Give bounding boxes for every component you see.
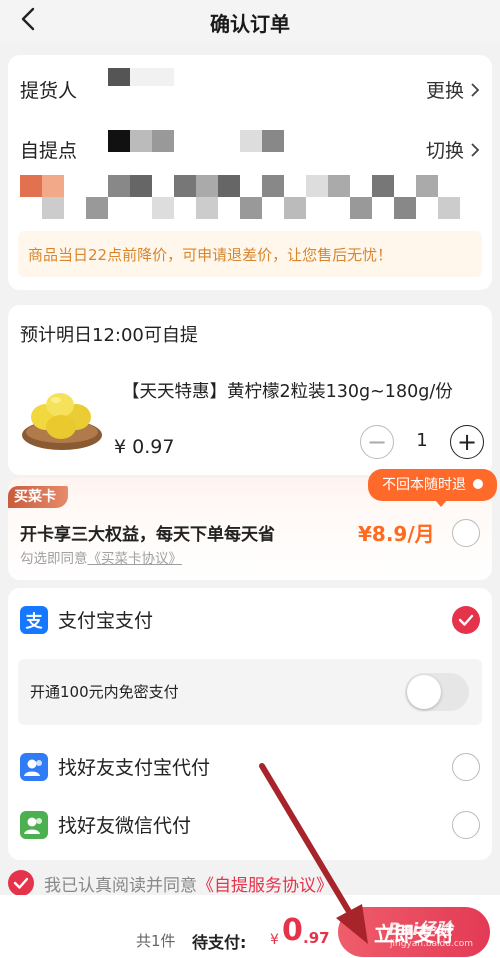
refund-anytime-label: 不回本随时退 xyxy=(382,477,466,493)
service-agreement-link[interactable]: 《自提服务协议》 xyxy=(197,871,333,896)
product-name: 【天天特惠】黄柠檬2粒装130g~180g/份 xyxy=(122,382,453,402)
agreement-check-icon[interactable] xyxy=(8,870,34,896)
friend-wechat-radio[interactable] xyxy=(452,811,480,839)
currency-symbol: ¥ xyxy=(270,932,279,948)
friend-wechat-label: 找好友微信代付 xyxy=(58,815,192,837)
pickup-card: 提货人 更换 自提点 切换 商品当日22点前降价，可申请退差价，让您售后无忧！ xyxy=(8,55,492,290)
friend-alipay-icon xyxy=(20,753,48,781)
password-free-label: 开通100元内免密支付 xyxy=(30,683,179,701)
vip-card-offer: 买菜卡 不回本随时退 开卡享三大权益，每天下单每天省 勾选即同意《买菜卡协议》 … xyxy=(8,469,498,580)
vip-select-radio[interactable] xyxy=(452,519,480,547)
alipay-label: 支付宝支付 xyxy=(58,610,154,632)
change-person-button[interactable]: 更换 xyxy=(426,76,480,103)
pickup-eta: 预计明日12:00可自提 xyxy=(20,325,198,346)
vip-agreement-prefix: 勾选即同意 xyxy=(20,551,88,567)
header-bar: 确认订单 xyxy=(0,0,500,44)
selected-check-icon[interactable] xyxy=(452,606,480,634)
pickup-point-label: 自提点 xyxy=(20,140,78,162)
vip-agreement-text: 勾选即同意《买菜卡协议》 xyxy=(20,547,182,567)
vip-benefits-title: 开卡享三大权益，每天下单每天省 xyxy=(20,525,275,545)
quantity-stepper: − 1 + xyxy=(360,425,484,459)
baidu-watermark: Bai经验 xyxy=(388,920,453,940)
pending-payment-label: 待支付: xyxy=(192,933,247,952)
vip-price: ¥8.9/月 xyxy=(358,522,435,546)
pickup-person-label: 提货人 xyxy=(20,80,78,102)
order-card: 预计明日12:00可自提 【天天特惠】黄柠檬2粒装130g~180g/份 ¥ 0… xyxy=(8,305,492,475)
payment-methods-card: 支 支付宝支付 开通100元内免密支付 找好友支付宝代付 找好友微信代付 xyxy=(8,588,492,860)
switch-point-label: 切换 xyxy=(425,140,464,162)
item-count: 共1件 xyxy=(136,932,176,950)
price-protection-notice: 商品当日22点前降价，可申请退差价，让您售后无忧！ xyxy=(18,231,482,277)
password-free-toggle[interactable] xyxy=(405,673,469,711)
switch-point-button[interactable]: 切换 xyxy=(426,136,480,163)
refund-anytime-tag: 不回本随时退 xyxy=(368,469,498,507)
pickup-address-redacted xyxy=(20,175,480,219)
friend-alipay-radio[interactable] xyxy=(452,753,480,781)
total-amount-decimal: .97 xyxy=(303,929,330,947)
vip-card-badge: 买菜卡 xyxy=(8,486,68,508)
checkout-bar: 共1件 待支付: ¥ 0 .97 立即支付 Bai经验 jingyan.baid… xyxy=(0,895,500,958)
friend-wechat-icon xyxy=(20,811,48,839)
vip-agreement-link[interactable]: 《买菜卡协议》 xyxy=(88,551,183,567)
svg-text:支: 支 xyxy=(26,611,44,632)
chat-bubble-icon xyxy=(473,479,484,489)
product-price: ¥ 0.97 xyxy=(114,436,175,458)
agreement-text: 我已认真阅读并同意 xyxy=(44,875,197,896)
increase-quantity-button[interactable]: + xyxy=(450,425,484,459)
chevron-right-icon xyxy=(471,142,480,157)
change-person-label: 更换 xyxy=(425,80,464,102)
page-title: 确认订单 xyxy=(210,12,290,36)
toggle-knob xyxy=(407,675,441,709)
alipay-icon: 支 xyxy=(20,606,48,634)
baidu-watermark-url: jingyan.baidu.com xyxy=(390,939,474,949)
total-amount-integer: 0 xyxy=(282,913,303,948)
friend-alipay-label: 找好友支付宝代付 xyxy=(58,757,211,779)
chevron-right-icon xyxy=(471,82,480,97)
password-free-box: 开通100元内免密支付 xyxy=(18,659,482,725)
service-agreement-row[interactable]: 我已认真阅读并同意 《自提服务协议》 xyxy=(8,870,333,896)
lemon-product-image xyxy=(22,393,102,450)
